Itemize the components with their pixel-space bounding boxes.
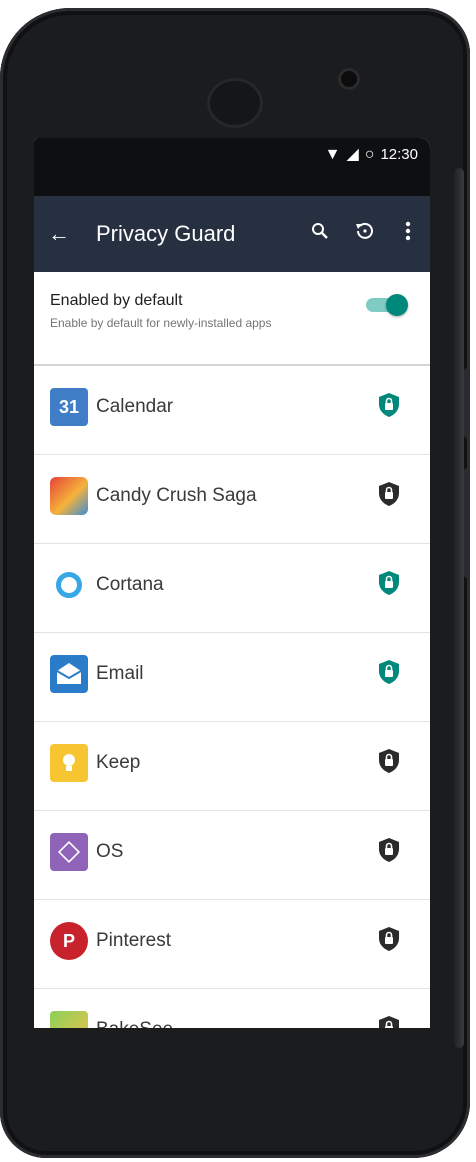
status-bar: ▼ ◢ ○ 12:30 — [34, 138, 430, 196]
app-toolbar: ← Privacy Guard — [34, 196, 430, 272]
search-icon[interactable] — [298, 222, 342, 246]
earpiece-speaker — [207, 78, 263, 128]
shield-icon[interactable] — [378, 570, 400, 596]
app-name: Calendar — [96, 396, 174, 417]
battery-icon: ○ — [364, 145, 375, 163]
app-name: OS — [96, 841, 124, 862]
screen: ▼ ◢ ○ 12:30 ← Privacy Guard Enabled by d… — [34, 138, 430, 1028]
enabled-by-default-setting[interactable]: Enabled by default Enable by default for… — [34, 272, 430, 366]
wifi-icon: ▼ — [324, 145, 341, 163]
list-item[interactable]: P Pinterest — [34, 900, 430, 989]
app-name: Keep — [96, 752, 141, 773]
app-name: Cortana — [96, 574, 164, 595]
shield-icon[interactable] — [378, 748, 400, 774]
app-name: Pinterest — [96, 930, 171, 951]
email-icon — [50, 655, 88, 693]
shield-icon[interactable] — [378, 481, 400, 507]
restore-icon[interactable] — [342, 220, 386, 248]
app-list: 31 Calendar Candy Crush Saga Cortana Ema… — [34, 366, 430, 1028]
shield-icon[interactable] — [378, 392, 400, 418]
signal-icon: ◢ — [346, 145, 359, 163]
bakery-icon — [50, 1011, 88, 1028]
enabled-by-default-toggle[interactable] — [366, 294, 408, 316]
keep-icon — [50, 744, 88, 782]
shield-icon[interactable] — [378, 926, 400, 952]
front-camera — [338, 68, 360, 90]
shield-icon[interactable] — [378, 837, 400, 863]
volume-button — [464, 468, 470, 578]
list-item[interactable]: Cortana — [34, 544, 430, 633]
calendar-icon: 31 — [50, 388, 88, 426]
list-item[interactable]: Keep — [34, 722, 430, 811]
list-item[interactable]: Candy Crush Saga — [34, 455, 430, 544]
app-name: Email — [96, 663, 144, 684]
list-item[interactable]: Email — [34, 633, 430, 722]
power-button — [464, 368, 470, 438]
list-item[interactable]: 31 Calendar — [34, 366, 430, 455]
list-item[interactable]: OS — [34, 811, 430, 900]
app-name: Candy Crush Saga — [96, 485, 257, 506]
toggle-thumb — [386, 294, 408, 316]
os-icon — [50, 833, 88, 871]
cortana-icon — [50, 566, 88, 604]
candy-crush-icon — [50, 477, 88, 515]
pinterest-icon: P — [50, 922, 88, 960]
more-vert-icon[interactable] — [386, 221, 430, 247]
list-item[interactable]: BakeSee — [34, 989, 430, 1028]
app-name: BakeSee — [96, 1019, 173, 1028]
back-arrow-icon[interactable]: ← — [34, 221, 84, 247]
status-indicators: ▼ ◢ ○ 12:30 — [325, 146, 418, 163]
page-title: Privacy Guard — [96, 221, 236, 246]
setting-subtitle: Enable by default for newly-installed ap… — [50, 316, 272, 330]
status-time: 12:30 — [380, 146, 418, 163]
setting-title: Enabled by default — [50, 292, 183, 309]
shield-icon[interactable] — [378, 659, 400, 685]
phone-frame: ▼ ◢ ○ 12:30 ← Privacy Guard Enabled by d… — [0, 8, 470, 1158]
shield-icon[interactable] — [378, 1015, 400, 1028]
